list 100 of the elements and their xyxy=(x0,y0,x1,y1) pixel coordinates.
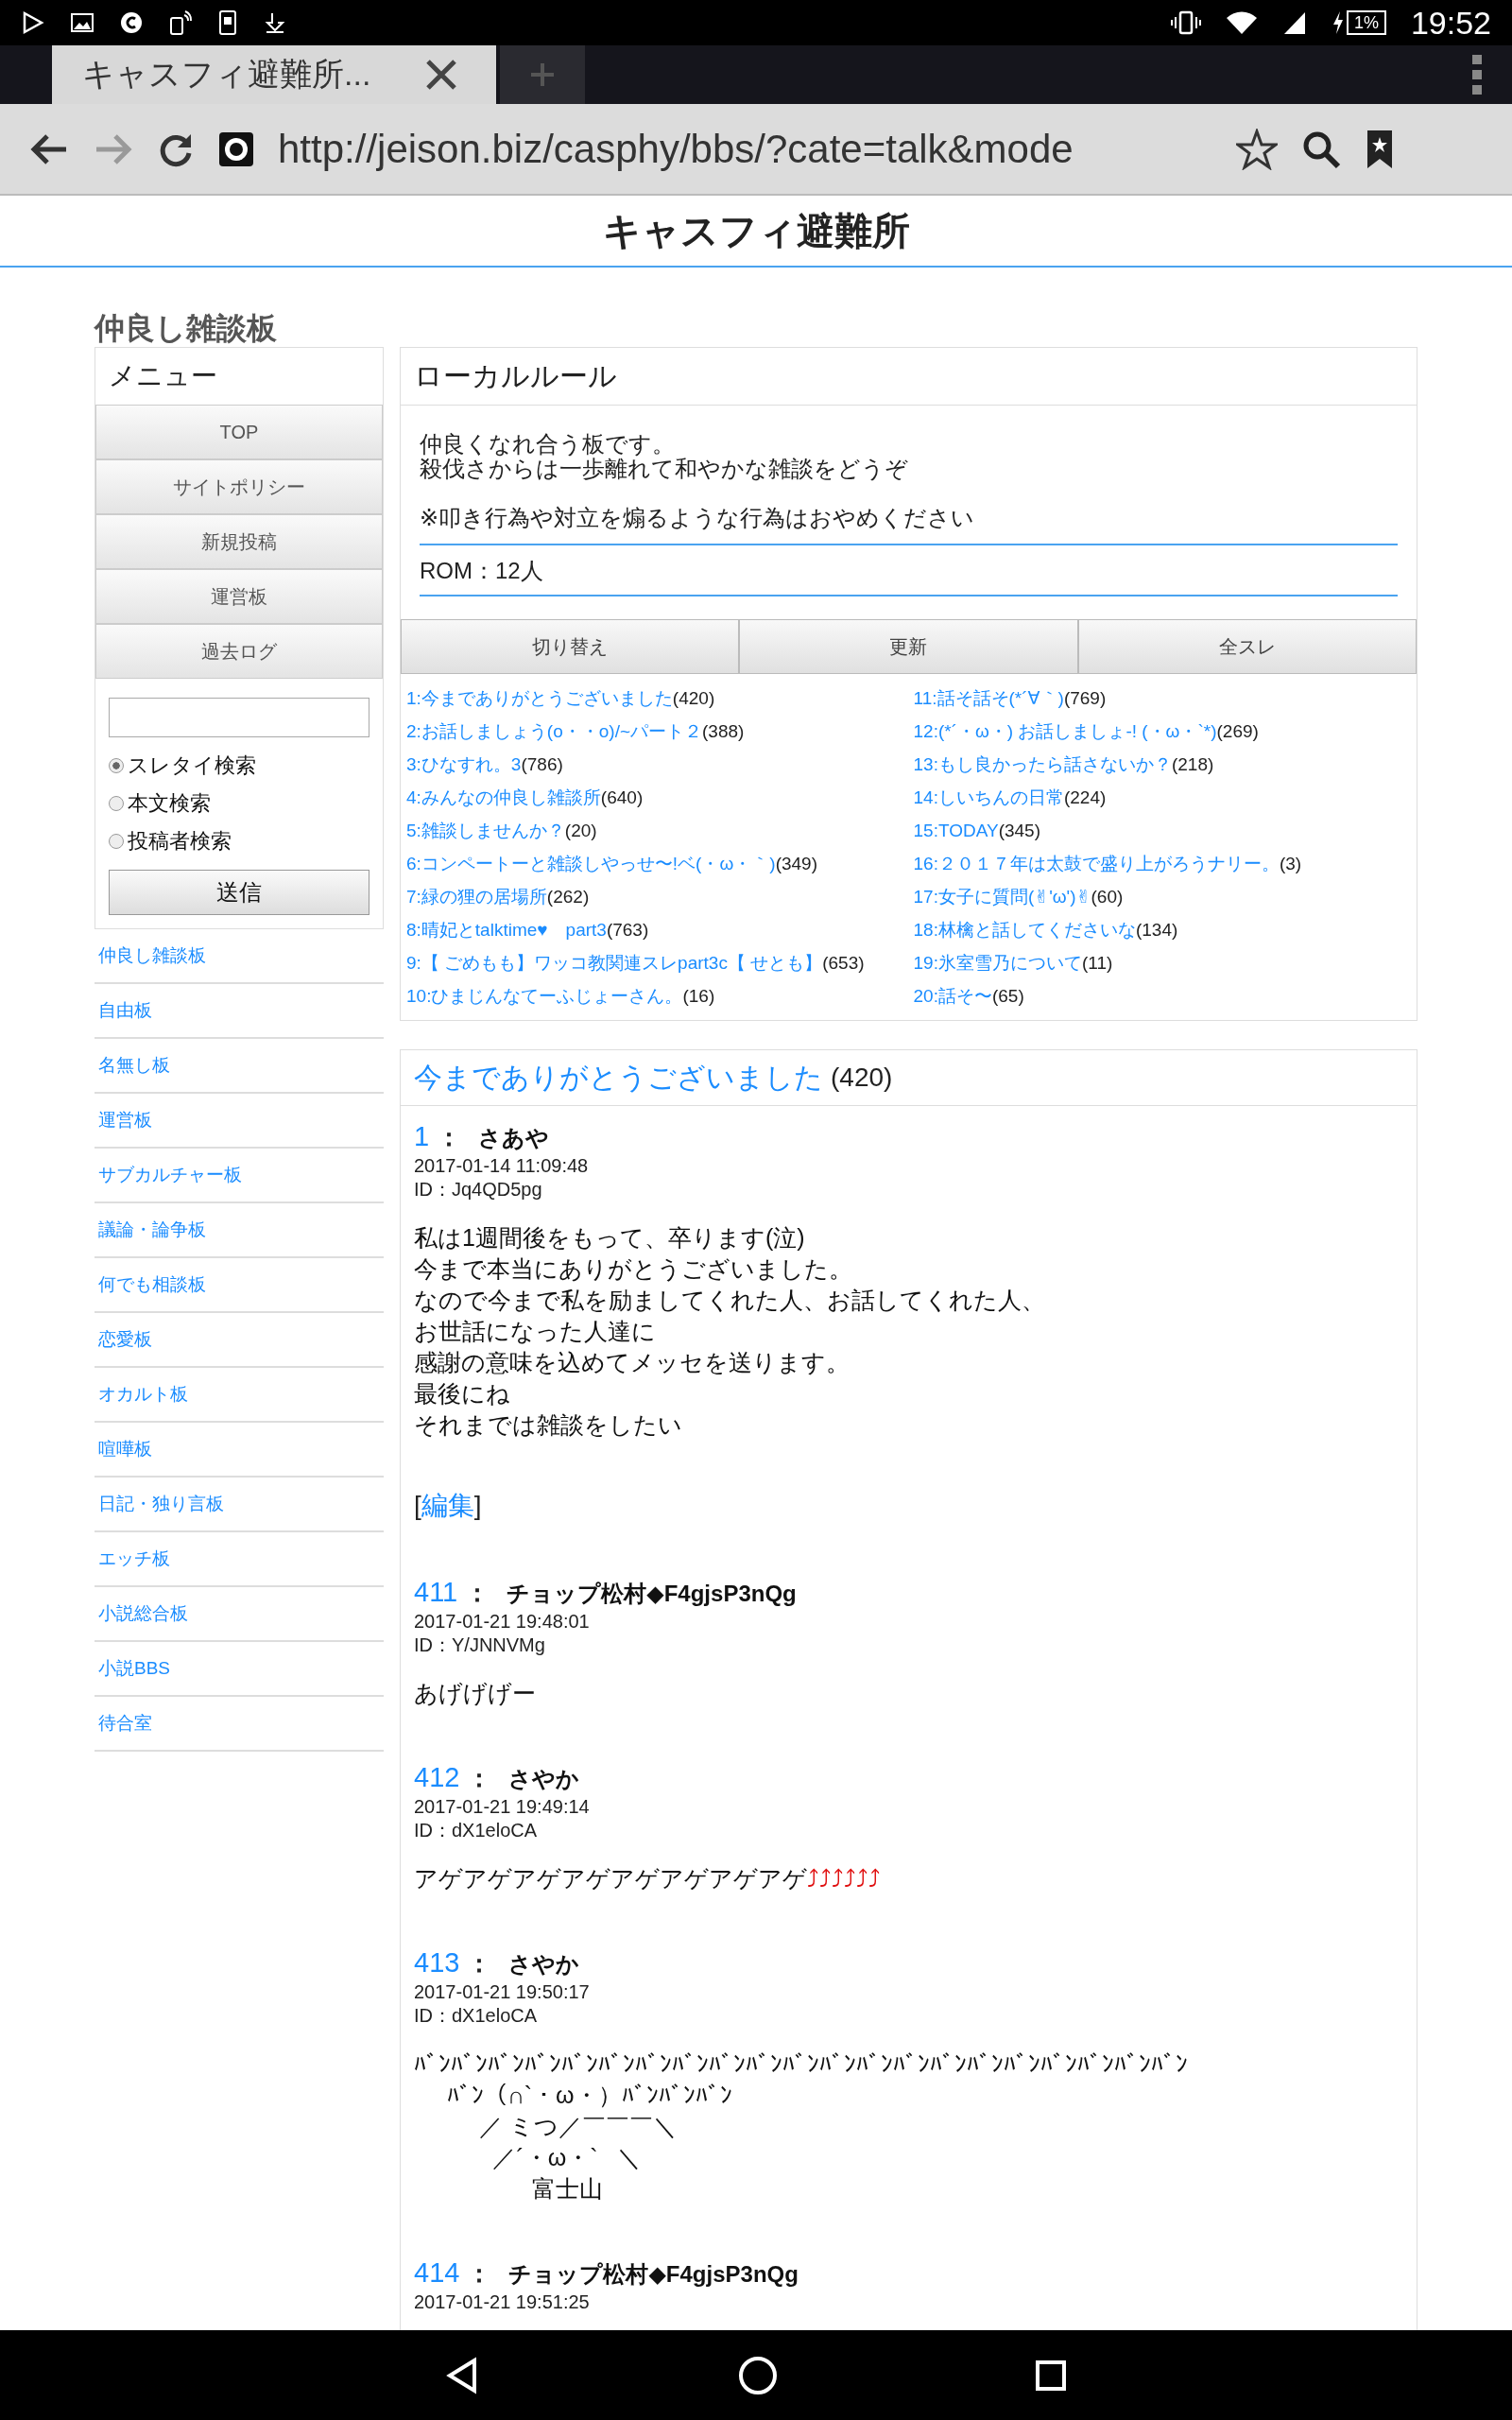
post-number[interactable]: 1 xyxy=(414,1121,430,1152)
post-text-line: 富士山 xyxy=(531,2174,605,2204)
board-link[interactable]: 待合室 xyxy=(94,1697,384,1752)
thread-title[interactable]: 今までありがとうございました xyxy=(414,1058,823,1098)
edit-link[interactable]: 編集 xyxy=(421,1491,474,1520)
radio-button[interactable] xyxy=(109,758,124,773)
image-icon xyxy=(70,11,94,34)
menu-title: メニュー xyxy=(108,360,218,392)
play-icon xyxy=(21,10,45,35)
board-link[interactable]: オカルト板 xyxy=(94,1368,384,1423)
home-icon[interactable] xyxy=(737,2354,779,2396)
rules-text: 仲良くなれ合う板です。 xyxy=(420,432,676,457)
thread-list-button[interactable]: 全スレ xyxy=(1077,619,1417,674)
reply-count: (16) xyxy=(682,986,715,1006)
thread-link[interactable]: 19:氷室雪乃について xyxy=(913,953,1082,973)
separator: ： xyxy=(467,1948,492,1979)
post-text-line: それまでは雑談をしたい xyxy=(414,1410,683,1440)
wifi-icon xyxy=(1225,9,1258,36)
separator: ： xyxy=(467,1763,492,1794)
thread-link[interactable]: 3:ひなすれ。3 xyxy=(406,754,522,774)
thread-list-button[interactable]: 切り替え xyxy=(401,619,740,674)
thread-link[interactable]: 2:お話しましょう(o・・o)/~パート２ xyxy=(406,721,702,741)
board-link[interactable]: 小説BBS xyxy=(94,1642,384,1697)
bookmark-icon[interactable] xyxy=(1365,128,1395,170)
thread-link[interactable]: 10:ひまじんなてーふじょーさん。 xyxy=(406,986,683,1006)
thread-link[interactable]: 17:女子に質問(✌'ω')✌ xyxy=(913,887,1091,907)
menu-button[interactable]: サイトポリシー xyxy=(95,459,383,514)
post-number[interactable]: 414 xyxy=(414,2257,460,2289)
board-link[interactable]: 恋愛板 xyxy=(94,1313,384,1368)
radio-label[interactable]: 本文検索 xyxy=(128,789,211,818)
reply-count: (60) xyxy=(1091,887,1124,907)
reply-count: (349) xyxy=(775,854,817,873)
close-icon[interactable] xyxy=(424,58,458,92)
radio-button[interactable] xyxy=(109,796,124,811)
thread-link[interactable]: 1:今までありがとうございました xyxy=(406,688,673,708)
board-link[interactable]: 日記・独り言板 xyxy=(94,1478,384,1532)
phone-icon xyxy=(217,9,238,36)
star-icon[interactable] xyxy=(1236,128,1278,170)
post-number[interactable]: 413 xyxy=(414,1947,460,1979)
board-link[interactable]: 運営板 xyxy=(94,1094,384,1149)
menu-button[interactable]: 運営板 xyxy=(95,569,383,624)
post-text-line: 今まで本当にありがとうございました。 xyxy=(414,1254,853,1284)
thread-link[interactable]: 8:晴妃とtalktime♥ part3 xyxy=(406,920,607,940)
clock: 19:52 xyxy=(1410,4,1491,42)
board-link[interactable]: 仲良し雑談板 xyxy=(94,929,384,984)
browser-tab[interactable]: キャスフィ避難所... xyxy=(52,45,496,104)
rules-note: ※叩き行為や対立を煽るような行為はおやめください xyxy=(420,481,1398,545)
post-date: 2017-01-21 19:51:25 xyxy=(414,2290,591,2314)
radio-label[interactable]: 投稿者検索 xyxy=(128,827,232,856)
menu-button[interactable]: TOP xyxy=(95,405,383,459)
post-date: 2017-01-21 19:48:01 xyxy=(414,1610,591,1634)
separator: ： xyxy=(437,1122,462,1153)
post-text-line: ／ ミつ／￣￣￣＼ xyxy=(478,2112,679,2141)
reply-count: (420) xyxy=(672,688,715,708)
post-text-line: 感謝の意味を込めてメッセを送ります。 xyxy=(414,1348,850,1377)
submit-button[interactable]: 送信 xyxy=(109,870,369,915)
board-link[interactable]: 名無し板 xyxy=(94,1039,384,1094)
board-link[interactable]: 議論・論争板 xyxy=(94,1203,384,1258)
post-date: 2017-01-21 19:50:17 xyxy=(414,1980,591,2004)
thread-link[interactable]: 15:TODAY xyxy=(913,821,999,840)
reply-count: (388) xyxy=(702,721,745,741)
radio-button[interactable] xyxy=(109,834,124,849)
reply-count: (653) xyxy=(822,953,865,973)
search-field[interactable] xyxy=(109,698,369,737)
post-date: 2017-01-21 19:49:14 xyxy=(414,1795,591,1819)
board-link[interactable]: 何でも相談板 xyxy=(94,1258,384,1313)
poster-name: さやか xyxy=(508,1950,580,1979)
thread-link[interactable]: 13:もし良かったら話さないか？ xyxy=(913,754,1172,774)
reply-count: (769) xyxy=(1063,688,1107,708)
board-link[interactable]: 喧嘩板 xyxy=(94,1423,384,1478)
recent-apps-icon[interactable] xyxy=(1034,2358,1068,2393)
thread-link[interactable]: 6:コンペートーと雑談しやっせ〜!ベ(・ω・｀) xyxy=(406,854,776,873)
post-text-line: アゲアゲアゲアゲアゲアゲアゲアゲ⤴⤴⤴⤴⤴⤴ xyxy=(414,1864,882,1893)
thread-link[interactable]: 11:話そ話そ(*´∀｀) xyxy=(913,688,1064,708)
phone-signal-icon xyxy=(168,9,193,36)
thread-link[interactable]: 5:雑談しませんか？ xyxy=(406,821,565,840)
thread-link[interactable]: 14:しいちんの日常 xyxy=(913,787,1064,807)
radio-label[interactable]: スレタイ検索 xyxy=(128,752,256,780)
thread-link[interactable]: 4:みんなの仲良し雑談所 xyxy=(406,787,601,807)
thread-link[interactable]: 7:緑の狸の居場所 xyxy=(406,887,547,907)
board-link[interactable]: 小説総合板 xyxy=(94,1587,384,1642)
thread-list-button[interactable]: 更新 xyxy=(739,619,1078,674)
menu-button[interactable]: 過去ログ xyxy=(95,624,383,679)
reply-count: (763) xyxy=(606,920,649,940)
thread-link[interactable]: 9:【 ごめもも】ワッコ教関連スレpart3c【 せとも】 xyxy=(406,953,823,973)
thread-link[interactable]: 12:(*´・ω・) お話しましょ-! (・ω・`*) xyxy=(913,721,1217,741)
thread-link[interactable]: 16:２０１７年は太鼓で盛り上がろうナリー。 xyxy=(913,854,1280,873)
board-link[interactable]: サブカルチャー板 xyxy=(94,1149,384,1203)
board-link[interactable]: 自由板 xyxy=(94,984,384,1039)
separator: ： xyxy=(465,1578,490,1609)
poster-name: チョップ松村◆F4gjsP3nQg xyxy=(507,1580,797,1608)
post-number[interactable]: 412 xyxy=(414,1762,460,1793)
post-number[interactable]: 411 xyxy=(414,1577,458,1608)
post-text-line: なので今まで私を励ましてくれた人、お話してくれた人、 xyxy=(414,1286,1046,1315)
poster-id: ID：dX1eloCA xyxy=(414,1819,539,1842)
menu-button[interactable]: 新規投稿 xyxy=(95,514,383,569)
thread-link[interactable]: 20:話そ〜 xyxy=(913,986,992,1006)
reply-count: (3) xyxy=(1279,854,1302,873)
board-link[interactable]: エッチ板 xyxy=(94,1532,384,1587)
thread-link[interactable]: 18:林檎と話してくださいな xyxy=(913,920,1136,940)
